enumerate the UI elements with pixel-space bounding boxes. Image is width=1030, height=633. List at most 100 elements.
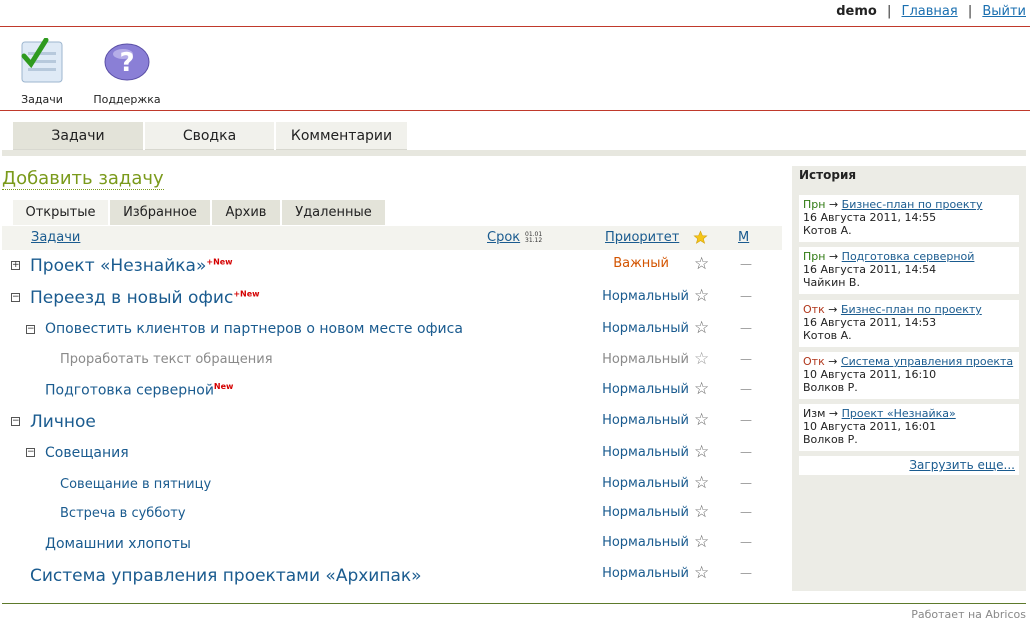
- task-title[interactable]: Проект «Незнайка»+New: [30, 256, 233, 276]
- task-row: Система управления проектами «Архипак» Н…: [2, 563, 782, 591]
- add-task-link[interactable]: Добавить задачу: [2, 168, 164, 190]
- favorite-star-icon[interactable]: ☆: [694, 379, 709, 399]
- favorite-star-icon[interactable]: ☆: [694, 532, 709, 552]
- m-value: —: [740, 321, 752, 335]
- favorite-star-icon[interactable]: ☆: [694, 502, 709, 522]
- task-title[interactable]: Домашнии хлопоты: [45, 536, 191, 552]
- task-row: + Проект «Незнайка»+New Важный ☆ —: [2, 253, 782, 281]
- history-item: Отк → Система управления проекта 10 Авгу…: [799, 352, 1019, 399]
- task-title[interactable]: Совещания: [45, 445, 129, 461]
- app-support[interactable]: ? Поддержка: [92, 38, 162, 106]
- favorite-column-star-icon[interactable]: [693, 230, 708, 245]
- favorite-star-icon[interactable]: ☆: [694, 286, 709, 306]
- task-title-text: Личное: [30, 412, 96, 432]
- favorite-star-icon[interactable]: ☆: [694, 473, 709, 493]
- tab-archive[interactable]: Архив: [212, 200, 280, 225]
- task-title[interactable]: Личное: [30, 412, 96, 432]
- history-link[interactable]: Бизнес-план по проекту: [841, 303, 982, 316]
- history-action: Прн: [803, 250, 826, 263]
- history-date: 16 Августа 2011, 14:54: [803, 263, 937, 276]
- priority: Нормальный: [602, 382, 689, 397]
- favorite-star-icon[interactable]: ☆: [694, 349, 709, 369]
- task-row: − Оповестить клиентов и партнеров о ново…: [2, 318, 782, 346]
- collapse-icon[interactable]: −: [26, 325, 35, 334]
- task-title[interactable]: Система управления проектами «Архипак»: [30, 566, 422, 586]
- history-panel: История Прн → Бизнес-план по проекту 16 …: [792, 166, 1026, 591]
- task-title[interactable]: Проработать текст обращения: [60, 352, 273, 367]
- task-row: Встреча в субботу Нормальный ☆ —: [2, 502, 782, 530]
- new-badge: +New: [206, 257, 233, 267]
- favorite-star-icon[interactable]: ☆: [694, 442, 709, 462]
- load-more-link[interactable]: Загрузить еще...: [909, 458, 1015, 472]
- tasks-checklist-icon: [21, 37, 63, 83]
- priority: Нормальный: [602, 289, 689, 304]
- column-m[interactable]: М: [738, 230, 749, 245]
- sort-date-icon[interactable]: 01.01 31.12: [525, 232, 542, 244]
- task-title-text: Система управления проектами «Архипак»: [30, 566, 422, 586]
- task-row: − Личное Нормальный ☆ —: [2, 409, 782, 437]
- history-link[interactable]: Подготовка серверной: [842, 250, 975, 263]
- task-title-text: Проработать текст обращения: [60, 352, 273, 367]
- task-row: Проработать текст обращения Нормальный ☆…: [2, 349, 782, 377]
- tab-open[interactable]: Открытые: [13, 200, 108, 225]
- task-title-text: Совещания: [45, 445, 129, 461]
- history-title: История: [799, 168, 857, 182]
- app-label: Поддержка: [93, 93, 161, 106]
- load-more: Загрузить еще...: [799, 456, 1019, 475]
- tab-deleted[interactable]: Удаленные: [282, 200, 385, 225]
- column-tasks[interactable]: Задачи: [31, 230, 80, 245]
- history-link[interactable]: Система управления проекта: [841, 355, 1013, 368]
- tab-summary[interactable]: Сводка: [145, 122, 274, 150]
- task-title[interactable]: Подготовка сервернойNew: [45, 382, 233, 399]
- arrow-icon: →: [828, 407, 839, 420]
- footer-divider: [2, 603, 1026, 604]
- priority: Нормальный: [602, 566, 689, 581]
- task-title[interactable]: Встреча в субботу: [60, 506, 186, 521]
- favorite-star-icon[interactable]: ☆: [694, 410, 709, 430]
- m-value: —: [740, 413, 752, 427]
- m-value: —: [740, 445, 752, 459]
- m-value: —: [740, 382, 752, 396]
- arrow-icon: →: [828, 303, 838, 316]
- task-title[interactable]: Совещание в пятницу: [60, 477, 211, 492]
- app-launcher: Задачи ? Поддержка: [0, 28, 1030, 111]
- table-header: Задачи Срок 01.01 31.12 Приоритет М: [2, 226, 782, 250]
- task-title-text: Переезд в новый офис: [30, 288, 234, 308]
- priority: Нормальный: [602, 535, 689, 550]
- expand-icon[interactable]: +: [11, 261, 20, 270]
- task-title-text: Домашнии хлопоты: [45, 536, 191, 552]
- separator: |: [886, 4, 892, 19]
- favorite-star-icon[interactable]: ☆: [694, 318, 709, 338]
- arrow-icon: →: [828, 355, 838, 368]
- column-priority[interactable]: Приоритет: [605, 230, 679, 245]
- user-nav: demo | Главная | Выйти: [836, 4, 1026, 19]
- arrow-icon: →: [828, 198, 839, 211]
- history-link[interactable]: Проект «Незнайка»: [842, 407, 956, 420]
- home-link[interactable]: Главная: [902, 4, 958, 19]
- column-deadline[interactable]: Срок: [487, 230, 520, 245]
- tab-favorites[interactable]: Избранное: [110, 200, 210, 225]
- favorite-star-icon[interactable]: ☆: [694, 563, 709, 583]
- tab-tasks[interactable]: Задачи: [13, 122, 143, 150]
- tab-comments[interactable]: Комментарии: [276, 122, 407, 150]
- task-title[interactable]: Оповестить клиентов и партнеров о новом …: [45, 321, 463, 337]
- arrow-icon: →: [828, 250, 839, 263]
- collapse-icon[interactable]: −: [11, 293, 20, 302]
- history-user: Волков Р.: [803, 433, 858, 446]
- favorite-star-icon[interactable]: ☆: [694, 254, 709, 274]
- new-badge: New: [213, 382, 234, 391]
- history-item: Прн → Бизнес-план по проекту 16 Августа …: [799, 195, 1019, 242]
- history-link[interactable]: Бизнес-план по проекту: [842, 198, 983, 211]
- history-item: Прн → Подготовка серверной 16 Августа 20…: [799, 247, 1019, 294]
- new-badge: +New: [233, 289, 260, 299]
- task-row: − Переезд в новый офис+New Нормальный ☆ …: [2, 286, 782, 314]
- app-tasks[interactable]: Задачи: [18, 37, 66, 106]
- m-value: —: [740, 257, 752, 271]
- username: demo: [836, 4, 877, 19]
- task-title[interactable]: Переезд в новый офис+New: [30, 288, 260, 308]
- logout-link[interactable]: Выйти: [982, 4, 1026, 19]
- history-user: Котов А.: [803, 224, 852, 237]
- collapse-icon[interactable]: −: [26, 448, 35, 457]
- history-action: Изм: [803, 407, 826, 420]
- collapse-icon[interactable]: −: [11, 417, 20, 426]
